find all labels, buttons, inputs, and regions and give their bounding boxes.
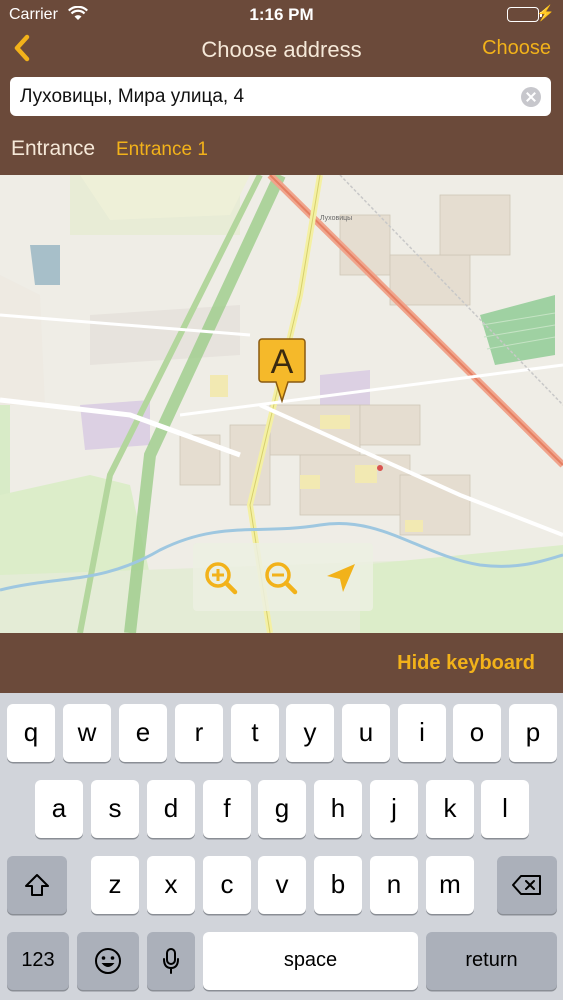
- key-y[interactable]: y: [286, 704, 334, 762]
- shift-key[interactable]: [7, 856, 67, 914]
- location-marker[interactable]: A: [258, 337, 306, 403]
- entrance-label: Entrance: [11, 137, 96, 160]
- return-key[interactable]: return: [426, 932, 557, 990]
- key-l[interactable]: l: [481, 780, 529, 838]
- key-e[interactable]: e: [119, 704, 167, 762]
- entrance-selector[interactable]: Entrance 1: [116, 139, 208, 161]
- key-g[interactable]: g: [258, 780, 306, 838]
- emoji-key[interactable]: [77, 932, 139, 990]
- key-n[interactable]: n: [370, 856, 418, 914]
- key-c[interactable]: c: [203, 856, 251, 914]
- address-search-field[interactable]: [10, 77, 551, 116]
- battery-icon: [507, 7, 542, 22]
- header-panel: Carrier 1:16 PM ⚡ Choose address Choose …: [0, 0, 563, 175]
- map-town-label: Луховицы: [320, 215, 352, 222]
- shift-icon: [25, 874, 49, 896]
- key-z[interactable]: z: [91, 856, 139, 914]
- key-s[interactable]: s: [91, 780, 139, 838]
- page-title: Choose address: [201, 37, 362, 62]
- key-r[interactable]: r: [175, 704, 223, 762]
- backspace-icon: [512, 875, 541, 895]
- space-key[interactable]: space: [203, 932, 418, 990]
- key-o[interactable]: o: [453, 704, 501, 762]
- dictation-key[interactable]: [147, 932, 195, 990]
- zoom-out-icon[interactable]: [264, 561, 298, 595]
- keyboard-toolbar: Hide keyboard: [0, 633, 563, 693]
- backspace-key[interactable]: [497, 856, 557, 914]
- key-b[interactable]: b: [314, 856, 362, 914]
- status-time: 1:16 PM: [249, 5, 314, 24]
- emoji-icon: [95, 948, 121, 974]
- key-i[interactable]: i: [398, 704, 446, 762]
- marker-letter: A: [271, 343, 294, 381]
- my-location-icon[interactable]: [324, 561, 358, 595]
- zoom-in-icon[interactable]: [204, 561, 238, 595]
- hide-keyboard-button[interactable]: Hide keyboard: [397, 652, 535, 675]
- key-u[interactable]: u: [342, 704, 390, 762]
- numbers-key[interactable]: 123: [7, 932, 69, 990]
- map-view[interactable]: Луховицы A: [0, 175, 563, 633]
- key-k[interactable]: k: [426, 780, 474, 838]
- key-p[interactable]: p: [509, 704, 557, 762]
- key-v[interactable]: v: [258, 856, 306, 914]
- status-bar: Carrier 1:16 PM ⚡: [0, 0, 563, 30]
- keyboard: q w e r t y u i o p a s d f g h j k l z …: [0, 693, 563, 1000]
- key-j[interactable]: j: [370, 780, 418, 838]
- key-x[interactable]: x: [147, 856, 195, 914]
- navigation-bar: Choose address Choose: [0, 30, 563, 70]
- key-a[interactable]: a: [35, 780, 83, 838]
- key-d[interactable]: d: [147, 780, 195, 838]
- key-f[interactable]: f: [203, 780, 251, 838]
- key-q[interactable]: q: [7, 704, 55, 762]
- address-input[interactable]: [20, 77, 520, 116]
- charging-icon: ⚡: [536, 5, 555, 22]
- choose-button[interactable]: Choose: [482, 37, 551, 60]
- key-m[interactable]: m: [426, 856, 474, 914]
- key-t[interactable]: t: [231, 704, 279, 762]
- key-h[interactable]: h: [314, 780, 362, 838]
- clear-icon[interactable]: [521, 87, 541, 107]
- key-w[interactable]: w: [63, 704, 111, 762]
- map-controls: [193, 543, 373, 611]
- microphone-icon: [163, 948, 179, 974]
